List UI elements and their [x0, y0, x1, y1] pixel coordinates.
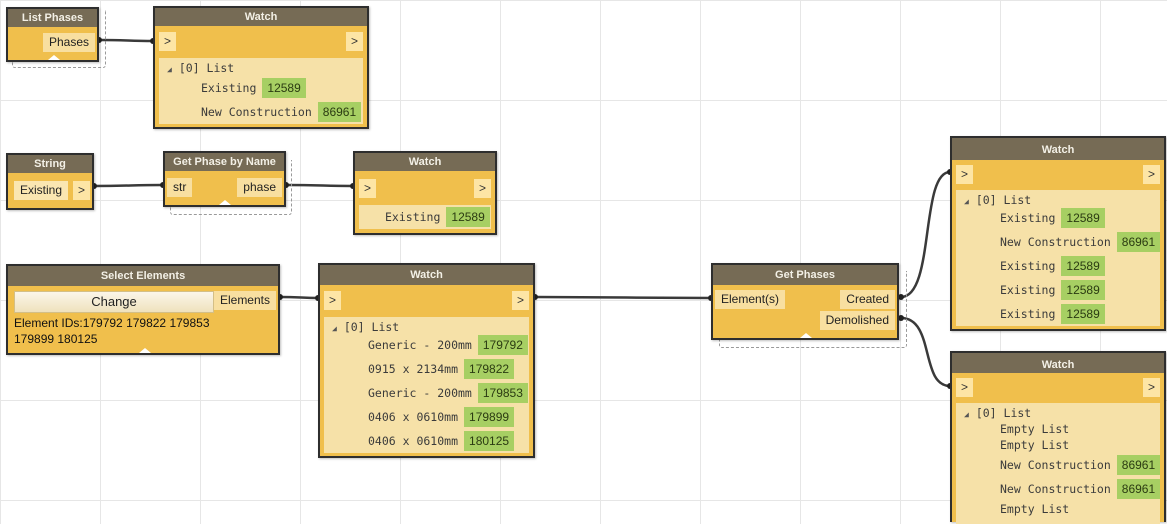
- element-id-badge[interactable]: 12589: [1061, 256, 1105, 276]
- wire-demolished-to-watch: [900, 316, 951, 388]
- watch-output-panel: ◢ [0] List Existing 12589 New Construction…: [956, 190, 1161, 326]
- wire-phases-to-watch: [98, 38, 154, 43]
- node-title: String: [8, 155, 92, 173]
- list-item: Existing 12589: [1000, 208, 1105, 228]
- node-title: Watch: [320, 265, 533, 285]
- list-item: Existing 12589: [1000, 280, 1105, 300]
- element-id-badge[interactable]: 180125: [464, 431, 515, 451]
- get-phases-node[interactable]: Get Phases Element(s) Created Demolished: [711, 263, 899, 340]
- demolished-output-port[interactable]: Demolished: [819, 311, 895, 330]
- string-value-input[interactable]: Existing: [14, 181, 69, 200]
- element-id-badge[interactable]: 12589: [446, 207, 490, 227]
- node-expand-grip[interactable]: [219, 200, 231, 205]
- element-id-badge[interactable]: 179853: [477, 383, 528, 403]
- element-id-badge[interactable]: 86961: [1116, 479, 1161, 499]
- list-item: Existing 12589: [1000, 304, 1105, 324]
- node-title: Get Phase by Name: [165, 153, 284, 171]
- node-title: Get Phases: [713, 265, 897, 285]
- output-port-arrow[interactable]: >: [1143, 165, 1160, 184]
- watch-node-5[interactable]: Watch > > ◢ [0] List Empty List Empty Lis…: [950, 351, 1166, 524]
- str-input-port[interactable]: str: [167, 178, 193, 197]
- node-title: Select Elements: [8, 266, 278, 286]
- list-header[interactable]: ◢ [0] List: [332, 317, 399, 337]
- phases-output-port[interactable]: Phases: [42, 33, 95, 52]
- watch-output-panel: Existing 12589: [359, 205, 491, 229]
- element-id-badge[interactable]: 179822: [464, 359, 515, 379]
- select-elements-node[interactable]: Select Elements Change Elements Element …: [6, 264, 280, 355]
- list-item: Existing 12589: [201, 78, 306, 98]
- watch-node-1[interactable]: Watch > > ◢ [0] List Existing 12589 New Co…: [153, 6, 369, 129]
- element-id-badge[interactable]: 12589: [1061, 304, 1105, 324]
- output-port-arrow[interactable]: >: [346, 32, 363, 51]
- list-item: Empty List: [1000, 502, 1070, 516]
- watch-node-2[interactable]: Watch > > Existing 12589: [353, 151, 497, 235]
- input-port-arrow[interactable]: >: [159, 32, 176, 51]
- elements-output-port[interactable]: Elements: [213, 291, 276, 310]
- element-id-badge[interactable]: 86961: [317, 102, 362, 122]
- list-phases-node[interactable]: List Phases Phases: [6, 7, 99, 62]
- list-item: Existing 12589: [1000, 256, 1105, 276]
- list-item: New Construction 86961: [201, 102, 362, 122]
- node-title: Watch: [155, 8, 367, 26]
- phase-output-port[interactable]: phase: [237, 178, 282, 197]
- input-port-arrow[interactable]: >: [956, 165, 973, 184]
- change-selection-button[interactable]: Change: [14, 291, 214, 313]
- list-item: Existing 12589: [385, 207, 490, 227]
- wire-string-to-get-phase: [93, 183, 164, 188]
- output-port-arrow[interactable]: >: [73, 181, 90, 200]
- input-port-arrow[interactable]: >: [359, 179, 376, 198]
- selected-element-ids: Element IDs:179792 179822 179853 179899 …: [14, 316, 210, 346]
- watch-output-panel: ◢ [0] List Existing 12589 New Construction…: [159, 58, 363, 124]
- element-id-badge[interactable]: 86961: [1116, 455, 1161, 475]
- list-item: New Construction 86961: [1000, 455, 1161, 475]
- input-port-arrow[interactable]: >: [956, 378, 973, 397]
- node-expand-grip[interactable]: [800, 333, 812, 338]
- output-port-arrow[interactable]: >: [1143, 378, 1160, 397]
- created-output-port[interactable]: Created: [840, 290, 895, 309]
- element-id-badge[interactable]: 179792: [477, 335, 528, 355]
- watch-node-3[interactable]: Watch > > ◢ [0] List Generic - 200mm 17979…: [318, 263, 535, 458]
- watch-node-4[interactable]: Watch > > ◢ [0] List Existing 12589 New Co…: [950, 136, 1166, 331]
- list-item: 0406 x 0610mm 180125: [368, 431, 515, 451]
- wire-watch-to-get-phases: [534, 295, 712, 300]
- list-item: 0406 x 0610mm 179899: [368, 407, 515, 427]
- node-title: Watch: [952, 353, 1164, 373]
- collapse-triangle-icon[interactable]: ◢: [167, 65, 172, 74]
- list-item: New Construction 86961: [1000, 479, 1161, 499]
- collapse-triangle-icon[interactable]: ◢: [964, 197, 969, 206]
- element-id-badge[interactable]: 12589: [1061, 208, 1105, 228]
- output-port-arrow[interactable]: >: [512, 291, 529, 310]
- node-title: List Phases: [8, 9, 97, 27]
- node-expand-grip[interactable]: [48, 55, 60, 60]
- element-id-badge[interactable]: 86961: [1116, 232, 1161, 252]
- input-port-arrow[interactable]: >: [324, 291, 341, 310]
- list-item: Generic - 200mm 179792: [368, 335, 528, 355]
- watch-output-panel: ◢ [0] List Empty List Empty List New Cons…: [956, 403, 1161, 524]
- element-id-badge[interactable]: 12589: [262, 78, 306, 98]
- list-item: Empty List: [1000, 438, 1070, 452]
- node-expand-grip[interactable]: [139, 348, 151, 353]
- list-header[interactable]: ◢ [0] List: [167, 58, 234, 78]
- element-id-badge[interactable]: 179899: [464, 407, 515, 427]
- list-header[interactable]: ◢ [0] List: [964, 190, 1031, 210]
- list-item: 0915 x 2134mm 179822: [368, 359, 515, 379]
- node-title: Watch: [355, 153, 495, 171]
- collapse-triangle-icon[interactable]: ◢: [332, 324, 337, 333]
- wire-created-to-watch: [900, 170, 951, 299]
- node-title: Watch: [952, 138, 1164, 160]
- list-item: Generic - 200mm 179853: [368, 383, 528, 403]
- output-port-arrow[interactable]: >: [474, 179, 491, 198]
- elements-input-port[interactable]: Element(s): [715, 290, 786, 309]
- list-item: New Construction 86961: [1000, 232, 1161, 252]
- wire-elements-to-watch: [279, 295, 319, 300]
- watch-output-panel: ◢ [0] List Generic - 200mm 179792 0915 x 2…: [324, 317, 529, 453]
- collapse-triangle-icon[interactable]: ◢: [964, 410, 969, 419]
- wire-phase-to-watch: [285, 183, 354, 188]
- string-node[interactable]: String Existing >: [6, 153, 94, 210]
- element-id-badge[interactable]: 12589: [1061, 280, 1105, 300]
- get-phase-by-name-node[interactable]: Get Phase by Name str phase: [163, 151, 286, 207]
